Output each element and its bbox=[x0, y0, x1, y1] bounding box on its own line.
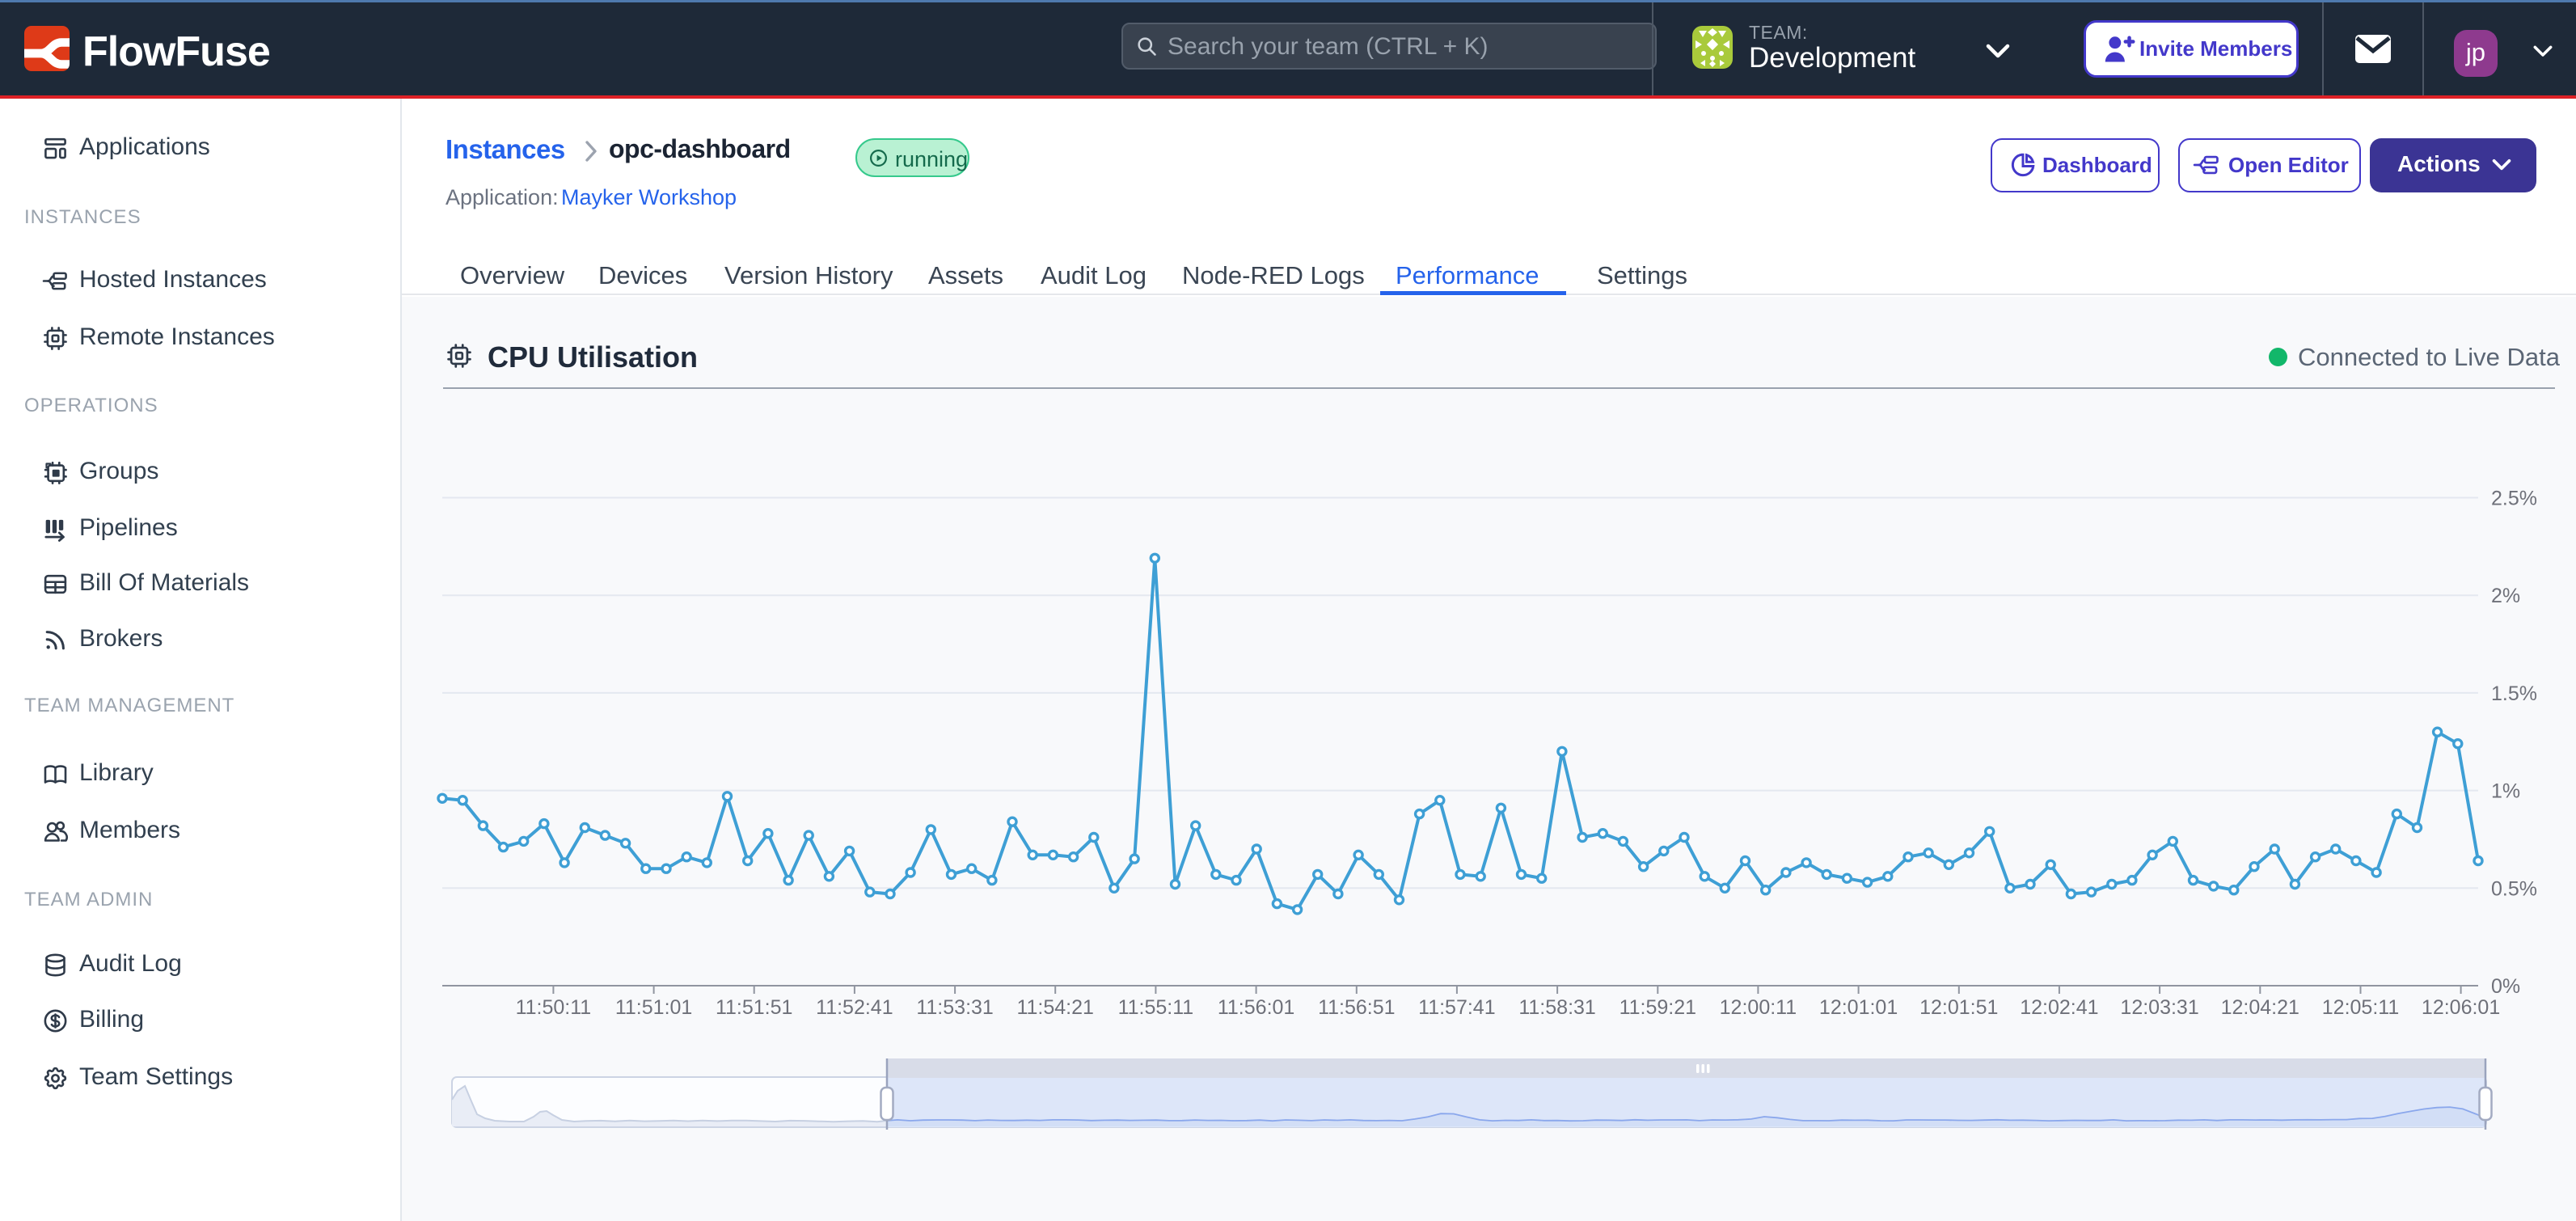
svg-text:12:02:41: 12:02:41 bbox=[2020, 996, 2098, 1019]
svg-text:11:59:21: 11:59:21 bbox=[1620, 996, 1696, 1019]
svg-text:0%: 0% bbox=[2491, 975, 2520, 998]
svg-text:11:55:11: 11:55:11 bbox=[1118, 996, 1194, 1019]
svg-text:1.5%: 1.5% bbox=[2491, 682, 2537, 705]
svg-text:2%: 2% bbox=[2491, 585, 2520, 607]
svg-text:11:58:31: 11:58:31 bbox=[1518, 996, 1595, 1019]
svg-text:12:06:01: 12:06:01 bbox=[2422, 996, 2500, 1019]
svg-text:12:04:21: 12:04:21 bbox=[2221, 996, 2299, 1019]
svg-text:12:01:01: 12:01:01 bbox=[1819, 996, 1898, 1019]
svg-text:11:57:41: 11:57:41 bbox=[1418, 996, 1495, 1019]
svg-text:11:54:21: 11:54:21 bbox=[1016, 996, 1093, 1019]
svg-text:12:03:31: 12:03:31 bbox=[2120, 996, 2198, 1019]
svg-text:11:51:51: 11:51:51 bbox=[716, 996, 792, 1019]
svg-text:11:52:41: 11:52:41 bbox=[816, 996, 893, 1019]
svg-text:0.5%: 0.5% bbox=[2491, 877, 2537, 900]
svg-text:12:01:51: 12:01:51 bbox=[1919, 996, 1998, 1019]
svg-text:11:53:31: 11:53:31 bbox=[916, 996, 993, 1019]
svg-text:11:56:01: 11:56:01 bbox=[1218, 996, 1294, 1019]
svg-text:11:51:01: 11:51:01 bbox=[615, 996, 692, 1019]
svg-text:12:00:11: 12:00:11 bbox=[1720, 996, 1797, 1019]
svg-text:11:50:11: 11:50:11 bbox=[516, 996, 592, 1019]
svg-text:12:05:11: 12:05:11 bbox=[2322, 996, 2399, 1019]
svg-text:1%: 1% bbox=[2491, 780, 2520, 803]
svg-text:2.5%: 2.5% bbox=[2491, 488, 2537, 510]
svg-text:11:56:51: 11:56:51 bbox=[1318, 996, 1395, 1019]
